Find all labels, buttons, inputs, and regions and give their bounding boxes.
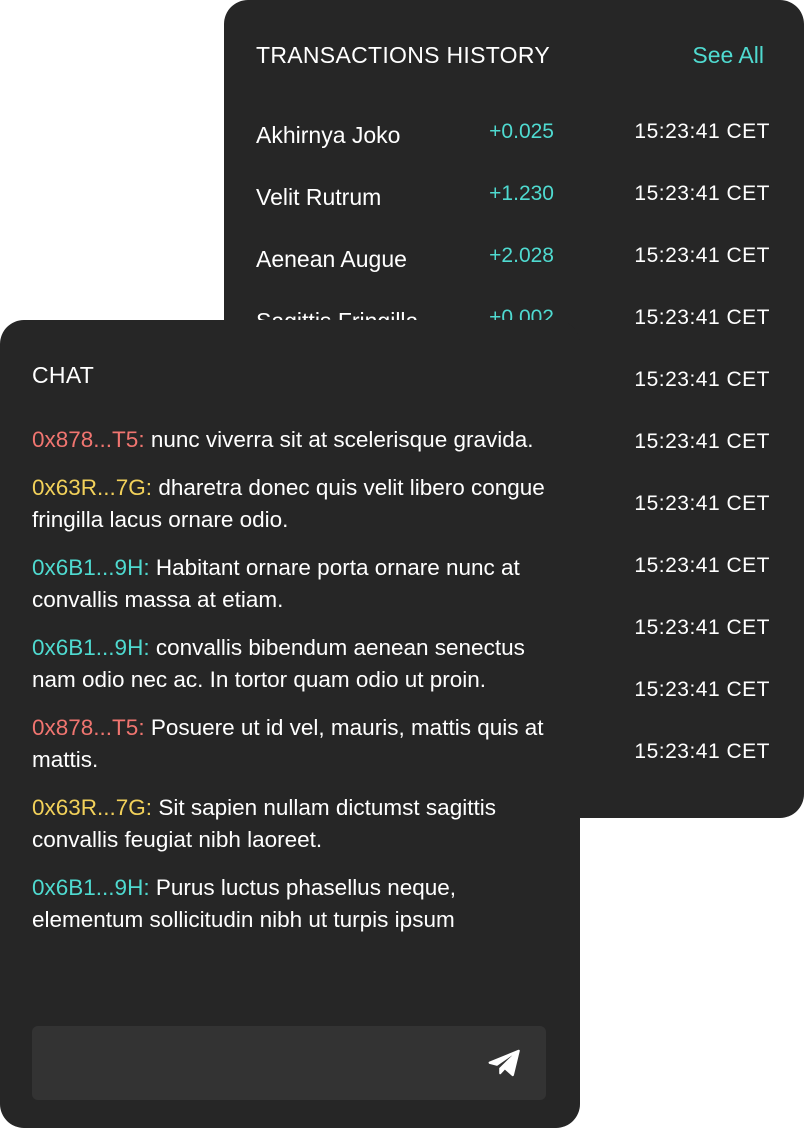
send-icon — [488, 1049, 520, 1077]
chat-message: 0x63R...7G: Sit sapien nullam dictumst s… — [32, 792, 552, 856]
transactions-title: TRANSACTIONS HISTORY — [256, 42, 550, 68]
chat-sender[interactable]: 0x6B1...9H: — [32, 555, 150, 580]
transaction-time: 15:23:41 CET — [634, 678, 770, 701]
transaction-time: 15:23:41 CET — [634, 368, 770, 391]
chat-input[interactable] — [48, 1026, 472, 1102]
chat-title: CHAT — [32, 362, 95, 388]
transaction-amount: +2.028 — [489, 244, 554, 267]
transaction-row[interactable]: Velit Rutrum +1.230 15:23:41 CET — [224, 166, 804, 228]
transaction-row[interactable]: Aenean Augue +2.028 15:23:41 CET — [224, 228, 804, 290]
transaction-row[interactable]: Akhirnya Joko +0.025 15:23:41 CET — [224, 104, 804, 166]
transaction-name: Velit Rutrum — [256, 184, 382, 210]
chat-messages: 0x878...T5: nunc viverra sit at sceleris… — [32, 424, 552, 952]
chat-message: 0x6B1...9H: Habitant ornare porta ornare… — [32, 552, 552, 616]
chat-sender[interactable]: 0x878...T5: — [32, 427, 145, 452]
page: TRANSACTIONS HISTORY See All Akhirnya Jo… — [0, 0, 804, 1128]
chat-sender[interactable]: 0x6B1...9H: — [32, 635, 150, 660]
transaction-amount: +0.025 — [489, 120, 554, 143]
chat-message: 0x6B1...9H: Purus luctus phasellus neque… — [32, 872, 552, 936]
transaction-time: 15:23:41 CET — [634, 492, 770, 515]
transaction-time: 15:23:41 CET — [634, 306, 770, 329]
transaction-time: 15:23:41 CET — [634, 182, 770, 205]
chat-sender[interactable]: 0x878...T5: — [32, 715, 145, 740]
transaction-time: 15:23:41 CET — [634, 244, 770, 267]
transaction-name: Aenean Augue — [256, 246, 407, 272]
chat-message-text: nunc viverra sit at scelerisque gravida. — [144, 427, 534, 452]
send-button[interactable] — [486, 1045, 522, 1081]
chat-message: 0x878...T5: Posuere ut id vel, mauris, m… — [32, 712, 552, 776]
transaction-amount: +1.230 — [489, 182, 554, 205]
see-all-link[interactable]: See All — [692, 42, 764, 69]
transaction-time: 15:23:41 CET — [634, 430, 770, 453]
transaction-time: 15:23:41 CET — [634, 554, 770, 577]
chat-message: 0x878...T5: nunc viverra sit at sceleris… — [32, 424, 552, 456]
chat-sender[interactable]: 0x6B1...9H: — [32, 875, 150, 900]
transaction-time: 15:23:41 CET — [634, 120, 770, 143]
transaction-name: Akhirnya Joko — [256, 122, 401, 148]
chat-sender[interactable]: 0x63R...7G: — [32, 795, 152, 820]
chat-message: 0x63R...7G: dharetra donec quis velit li… — [32, 472, 552, 536]
chat-card: CHAT 0x878...T5: nunc viverra sit at sce… — [0, 320, 580, 1128]
chat-input-box — [32, 1026, 546, 1102]
transaction-time: 15:23:41 CET — [634, 740, 770, 763]
chat-message: 0x6B1...9H: convallis bibendum aenean se… — [32, 632, 552, 696]
transaction-time: 15:23:41 CET — [634, 616, 770, 639]
chat-sender[interactable]: 0x63R...7G: — [32, 475, 152, 500]
